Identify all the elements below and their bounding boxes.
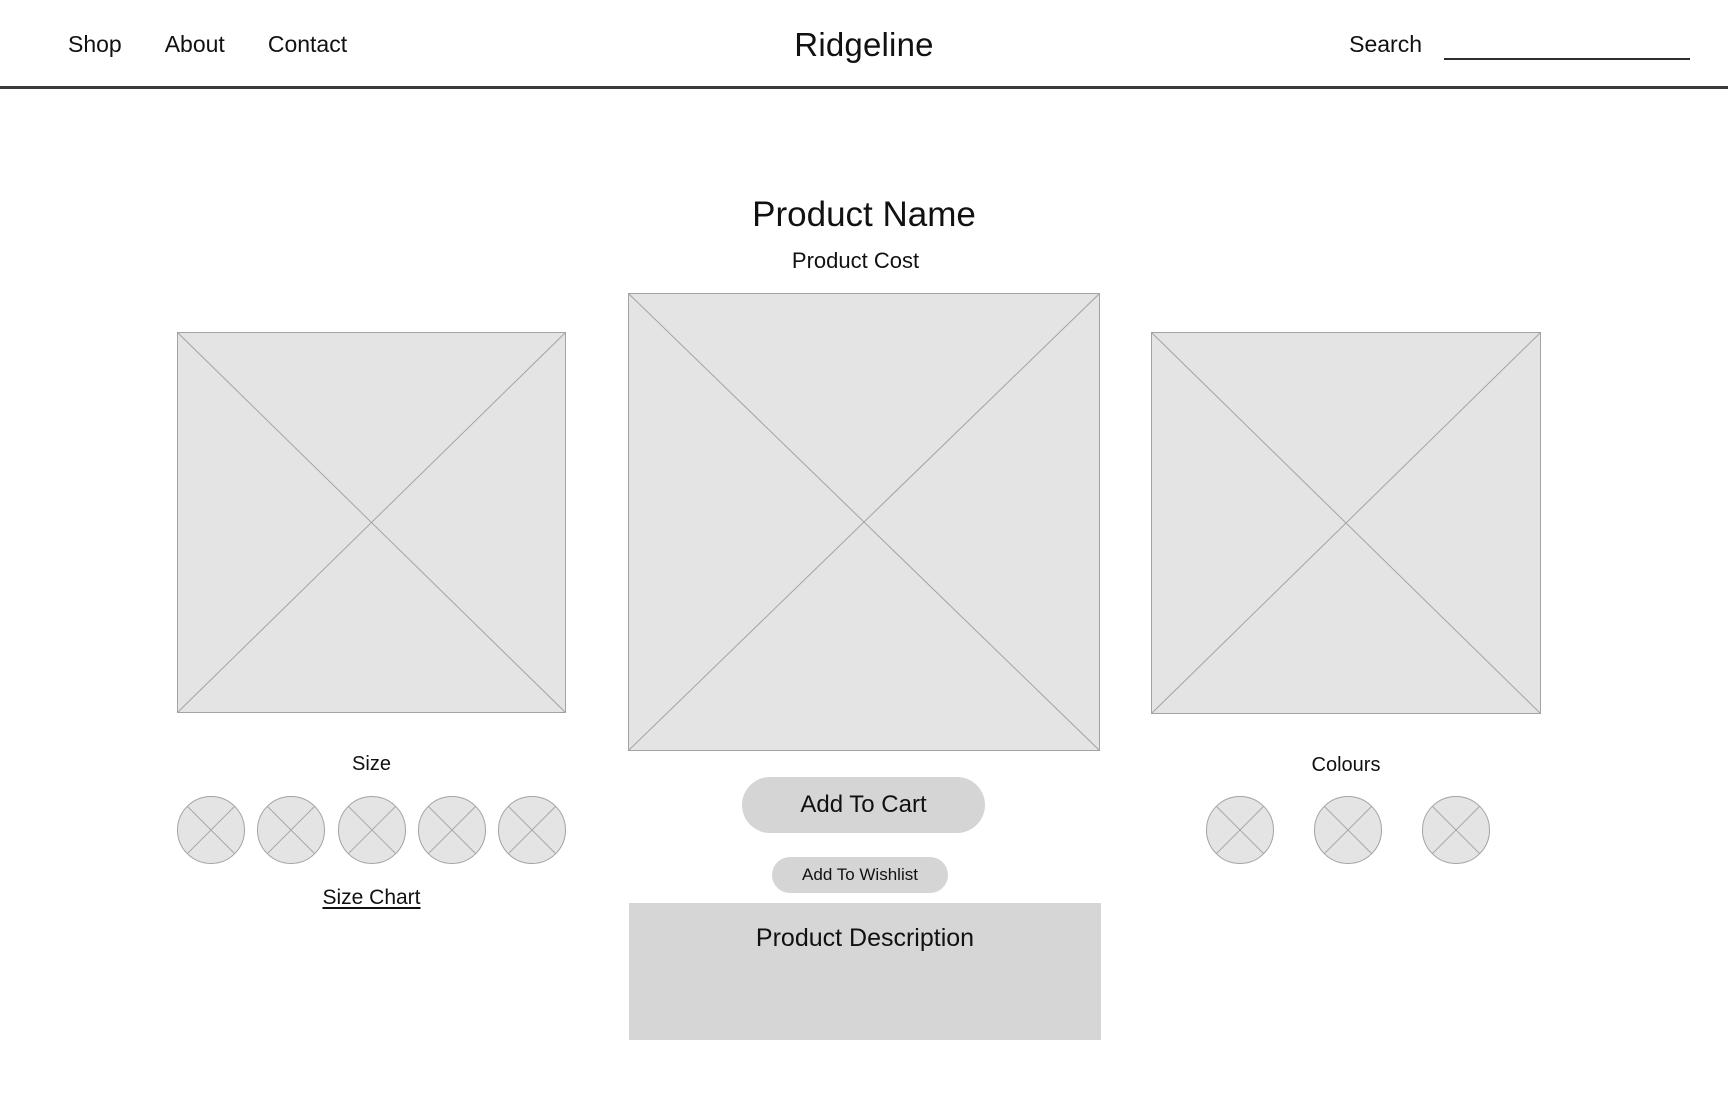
image-placeholder-cross-icon	[629, 294, 1099, 750]
image-placeholder-cross-icon	[1152, 333, 1540, 713]
swatch-cross-icon	[267, 806, 315, 854]
product-name: Product Name	[752, 195, 976, 235]
product-description-title: Product Description	[755, 924, 975, 952]
search-input[interactable]	[1444, 28, 1690, 60]
gallery-image-left[interactable]	[177, 332, 566, 713]
swatch-cross-icon	[1432, 806, 1480, 854]
site-header: Shop About Contact Ridgeline Search	[0, 0, 1728, 89]
size-option-3[interactable]	[337, 796, 406, 864]
swatch-cross-icon	[1324, 806, 1372, 854]
add-to-cart-button[interactable]: Add To Cart	[742, 777, 985, 833]
size-option-1[interactable]	[177, 796, 245, 864]
gallery-image-right[interactable]	[1151, 332, 1541, 714]
colour-swatch-group	[1206, 796, 1490, 864]
add-to-wishlist-button[interactable]: Add To Wishlist	[772, 857, 948, 893]
size-option-4[interactable]	[417, 796, 486, 864]
colour-option-2[interactable]	[1314, 796, 1382, 864]
size-option-5[interactable]	[498, 796, 566, 864]
image-placeholder-cross-icon	[178, 333, 565, 712]
search-area: Search	[1349, 28, 1690, 60]
size-chart-link[interactable]: Size Chart	[177, 884, 566, 911]
size-option-2[interactable]	[257, 796, 326, 864]
product-cost: Product Cost	[791, 248, 920, 273]
swatch-cross-icon	[187, 806, 235, 854]
size-swatch-group	[177, 796, 566, 864]
swatch-cross-icon	[428, 806, 476, 854]
swatch-cross-icon	[508, 806, 556, 854]
search-label: Search	[1349, 31, 1422, 57]
size-chart-link-label: Size Chart	[322, 886, 421, 909]
size-label: Size	[352, 753, 391, 775]
gallery-image-main[interactable]	[628, 293, 1100, 751]
colour-option-3[interactable]	[1422, 796, 1490, 864]
swatch-cross-icon	[1216, 806, 1264, 854]
swatch-cross-icon	[347, 806, 396, 854]
colour-option-1[interactable]	[1206, 796, 1274, 864]
colours-label: Colours	[1311, 754, 1381, 776]
product-description-box: Product Description	[629, 903, 1101, 1040]
